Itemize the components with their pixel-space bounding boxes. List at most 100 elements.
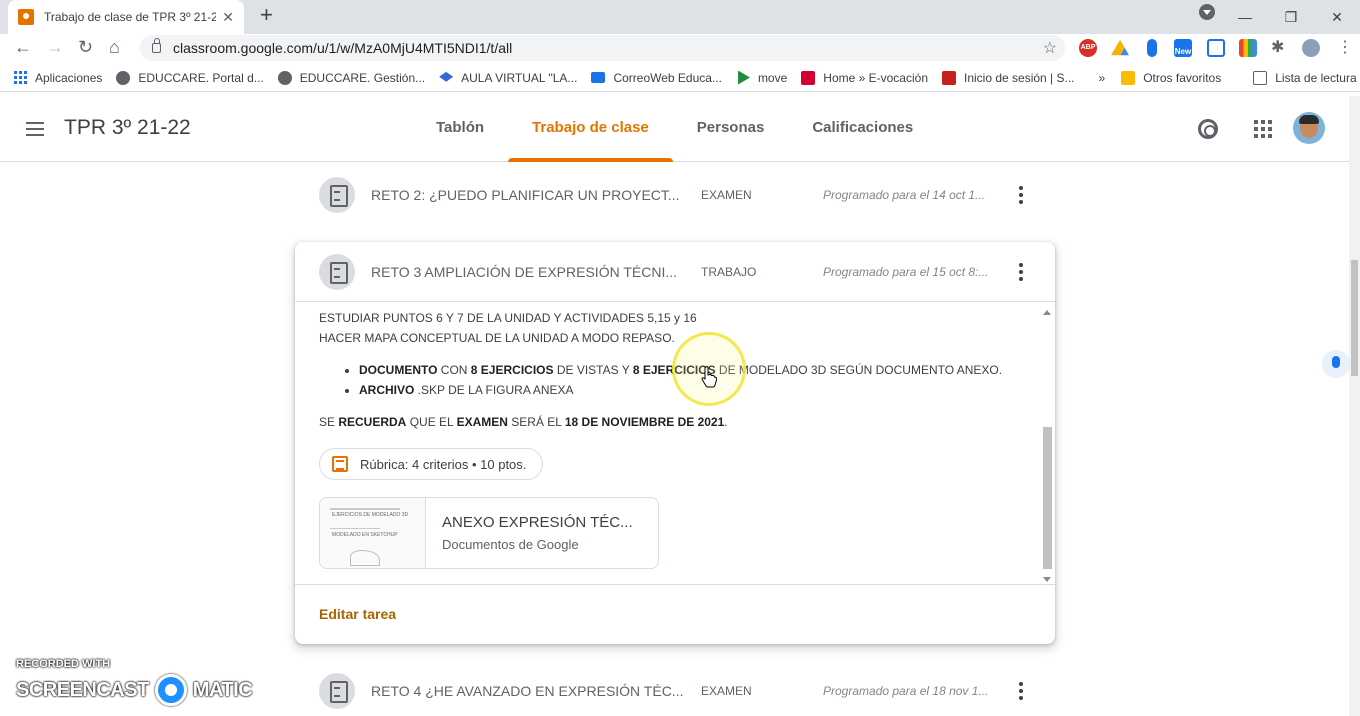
details-scrollbar-thumb[interactable] <box>1043 427 1052 569</box>
bookmark-educcare-gestion[interactable]: EDUCCARE. Gestión... <box>277 70 426 85</box>
details-scrollbar[interactable] <box>1041 306 1053 582</box>
expanded-assignment-card: RETO 3 AMPLIACIÓN DE EXPRESIÓN TÉCNI... … <box>295 242 1055 644</box>
e-vocacion-icon <box>801 70 816 85</box>
browser-toolbar: ← → ↻ ⌂ classroom.google.com/u/1/w/MzA0M… <box>0 34 1360 64</box>
back-icon[interactable]: ← <box>14 37 32 58</box>
bookmark-otros-favoritos[interactable]: Otros favoritos <box>1121 70 1222 85</box>
item-type: TRABAJO <box>701 264 757 279</box>
bookmark-apps[interactable]: Aplicaciones <box>14 71 102 85</box>
edit-assignment-link[interactable]: Editar tarea <box>319 606 396 622</box>
attachment-card[interactable]: EJERCICIOS DE MODELADO 3D MODELADO EN SK… <box>319 497 659 569</box>
more-options-icon[interactable] <box>1019 682 1023 700</box>
lock-icon <box>152 38 161 53</box>
attachment-thumbnail: EJERCICIOS DE MODELADO 3D MODELADO EN SK… <box>320 498 426 568</box>
drive-icon[interactable] <box>1111 39 1129 56</box>
scroll-down-icon[interactable] <box>1043 577 1051 582</box>
reading-list-icon <box>1253 70 1268 85</box>
bookmark-aula-virtual[interactable]: AULA VIRTUAL "LA... <box>439 71 577 85</box>
tab-calificaciones[interactable]: Calificaciones <box>788 96 937 162</box>
adblock-icon[interactable]: ABP <box>1079 39 1097 57</box>
forward-icon[interactable]: → <box>46 37 64 58</box>
assignment-icon <box>319 253 355 290</box>
reload-icon[interactable]: ↻ <box>78 37 93 58</box>
graduation-cap-icon <box>439 71 454 82</box>
classroom-header: TPR 3º 21-22 Tablón Trabajo de clase Per… <box>0 96 1349 162</box>
assignment-icon <box>319 177 355 213</box>
screencast-o-matic-watermark: SCREENCAST MATIC <box>16 674 253 706</box>
hand-pointer-icon <box>701 366 717 388</box>
item-scheduled-date: Programado para el 18 nov 1... <box>823 684 989 698</box>
item-scheduled-date: Programado para el 15 oct 8:... <box>823 264 989 279</box>
attachment-title: ANEXO EXPRESIÓN TÉC... <box>442 514 633 531</box>
bookmark-label: Home » E-vocación <box>823 70 928 85</box>
profile-avatar-icon[interactable] <box>1302 39 1320 57</box>
classwork-item[interactable]: RETO 2: ¿PUEDO PLANIFICAR UN PROYECT... … <box>295 162 1055 228</box>
class-title[interactable]: TPR 3º 21-22 <box>64 116 191 140</box>
screen-capture-icon[interactable] <box>1207 39 1225 57</box>
bookmark-label: move <box>757 70 788 85</box>
voice-extension-icon[interactable] <box>1147 39 1157 57</box>
classwork-item[interactable]: RETO 3 AMPLIACIÓN DE EXPRESIÓN TÉCNI... … <box>295 242 1055 302</box>
bookmark-educcare-portal[interactable]: EDUCCARE. Portal d... <box>116 70 264 85</box>
close-window-icon[interactable]: ✕ <box>1314 9 1360 26</box>
bookmark-label: Inicio de sesión | S... <box>964 70 1075 85</box>
item-title: RETO 3 AMPLIACIÓN DE EXPRESIÓN TÉCNI... <box>371 263 678 280</box>
bookmark-label: Otros favoritos <box>1143 70 1222 85</box>
new-badge-extension-icon[interactable]: New <box>1174 39 1192 57</box>
bookmark-move[interactable]: move <box>736 70 788 85</box>
tab-title: Trabajo de clase de TPR 3º 21-22 <box>44 10 217 24</box>
globe-icon <box>116 70 131 85</box>
bookmark-e-vocacion[interactable]: Home » E-vocación <box>801 70 928 85</box>
instruction-line: ESTUDIAR PUNTOS 6 Y 7 DE LA UNIDAD Y ACT… <box>319 311 697 325</box>
sm-icon <box>942 70 956 85</box>
color-extension-icon[interactable] <box>1239 39 1257 57</box>
bookmark-correoweb[interactable]: CorreoWeb Educa... <box>591 71 722 85</box>
google-apps-icon[interactable] <box>1252 118 1274 140</box>
play-icon <box>738 70 750 85</box>
tab-search-icon[interactable] <box>1199 4 1215 20</box>
page-scrollbar-thumb[interactable] <box>1351 260 1358 376</box>
item-title: RETO 2: ¿PUEDO PLANIFICAR UN PROYECT... <box>371 187 680 203</box>
tab-personas[interactable]: Personas <box>673 96 789 162</box>
reading-list[interactable]: Lista de lectura <box>1253 70 1357 85</box>
bookmark-label: EDUCCARE. Gestión... <box>299 70 426 85</box>
assignment-details: ESTUDIAR PUNTOS 6 Y 7 DE LA UNIDAD Y ACT… <box>295 302 1055 585</box>
attachment-type: Documentos de Google <box>442 537 579 552</box>
new-tab-icon[interactable]: + <box>260 2 273 28</box>
bookmark-inicio-sesion[interactable]: Inicio de sesión | S... <box>942 70 1075 85</box>
minimize-icon[interactable]: — <box>1222 9 1268 25</box>
close-tab-icon[interactable]: ✕ <box>222 9 234 26</box>
page-scrollbar[interactable] <box>1349 96 1360 716</box>
extensions-puzzle-icon[interactable]: ✱ <box>1271 39 1289 57</box>
classwork-item[interactable]: RETO 4 ¿HE AVANZADO EN EXPRESIÓN TÉC... … <box>295 658 1055 716</box>
bookmark-label: AULA VIRTUAL "LA... <box>461 70 578 85</box>
main-menu-icon[interactable] <box>26 122 44 136</box>
microphone-icon[interactable] <box>1322 350 1350 378</box>
tab-trabajo-de-clase[interactable]: Trabajo de clase <box>508 96 673 162</box>
rubric-chip[interactable]: Rúbrica: 4 criterios • 10 ptos. <box>319 448 544 480</box>
avatar[interactable] <box>1293 112 1325 144</box>
more-bookmarks-icon[interactable]: » <box>1099 71 1106 85</box>
attachment-info: ANEXO EXPRESIÓN TÉC... Documentos de Goo… <box>426 498 633 568</box>
tab-tablon[interactable]: Tablón <box>412 96 508 162</box>
item-type: EXAMEN <box>701 188 752 202</box>
watermark-left: SCREENCAST <box>16 678 149 701</box>
item-type: EXAMEN <box>701 684 752 698</box>
item-scheduled-date: Programado para el 14 oct 1... <box>823 188 986 202</box>
scroll-up-icon[interactable] <box>1043 310 1051 315</box>
bookmark-star-icon[interactable]: ☆ <box>1043 38 1057 58</box>
browser-menu-icon[interactable]: ⋮ <box>1336 39 1354 57</box>
restore-icon[interactable]: ❐ <box>1268 9 1314 26</box>
more-options-icon[interactable] <box>1019 262 1023 281</box>
browser-tab[interactable]: Trabajo de clase de TPR 3º 21-22 ✕ <box>8 0 244 34</box>
instruction-line: HACER MAPA CONCEPTUAL DE LA UNIDAD A MOD… <box>319 331 675 345</box>
more-options-icon[interactable] <box>1019 186 1023 204</box>
address-bar[interactable]: classroom.google.com/u/1/w/MzA0MjU4MTI5N… <box>140 35 1065 61</box>
mail-icon <box>591 72 606 83</box>
settings-gear-icon[interactable] <box>1198 119 1218 139</box>
url-text: classroom.google.com/u/1/w/MzA0MjU4MTI5N… <box>173 40 513 56</box>
rubric-icon <box>332 456 348 472</box>
thumbnail-text: EJERCICIOS DE MODELADO 3D <box>332 512 409 518</box>
home-icon[interactable]: ⌂ <box>109 37 120 58</box>
globe-icon <box>277 70 292 85</box>
